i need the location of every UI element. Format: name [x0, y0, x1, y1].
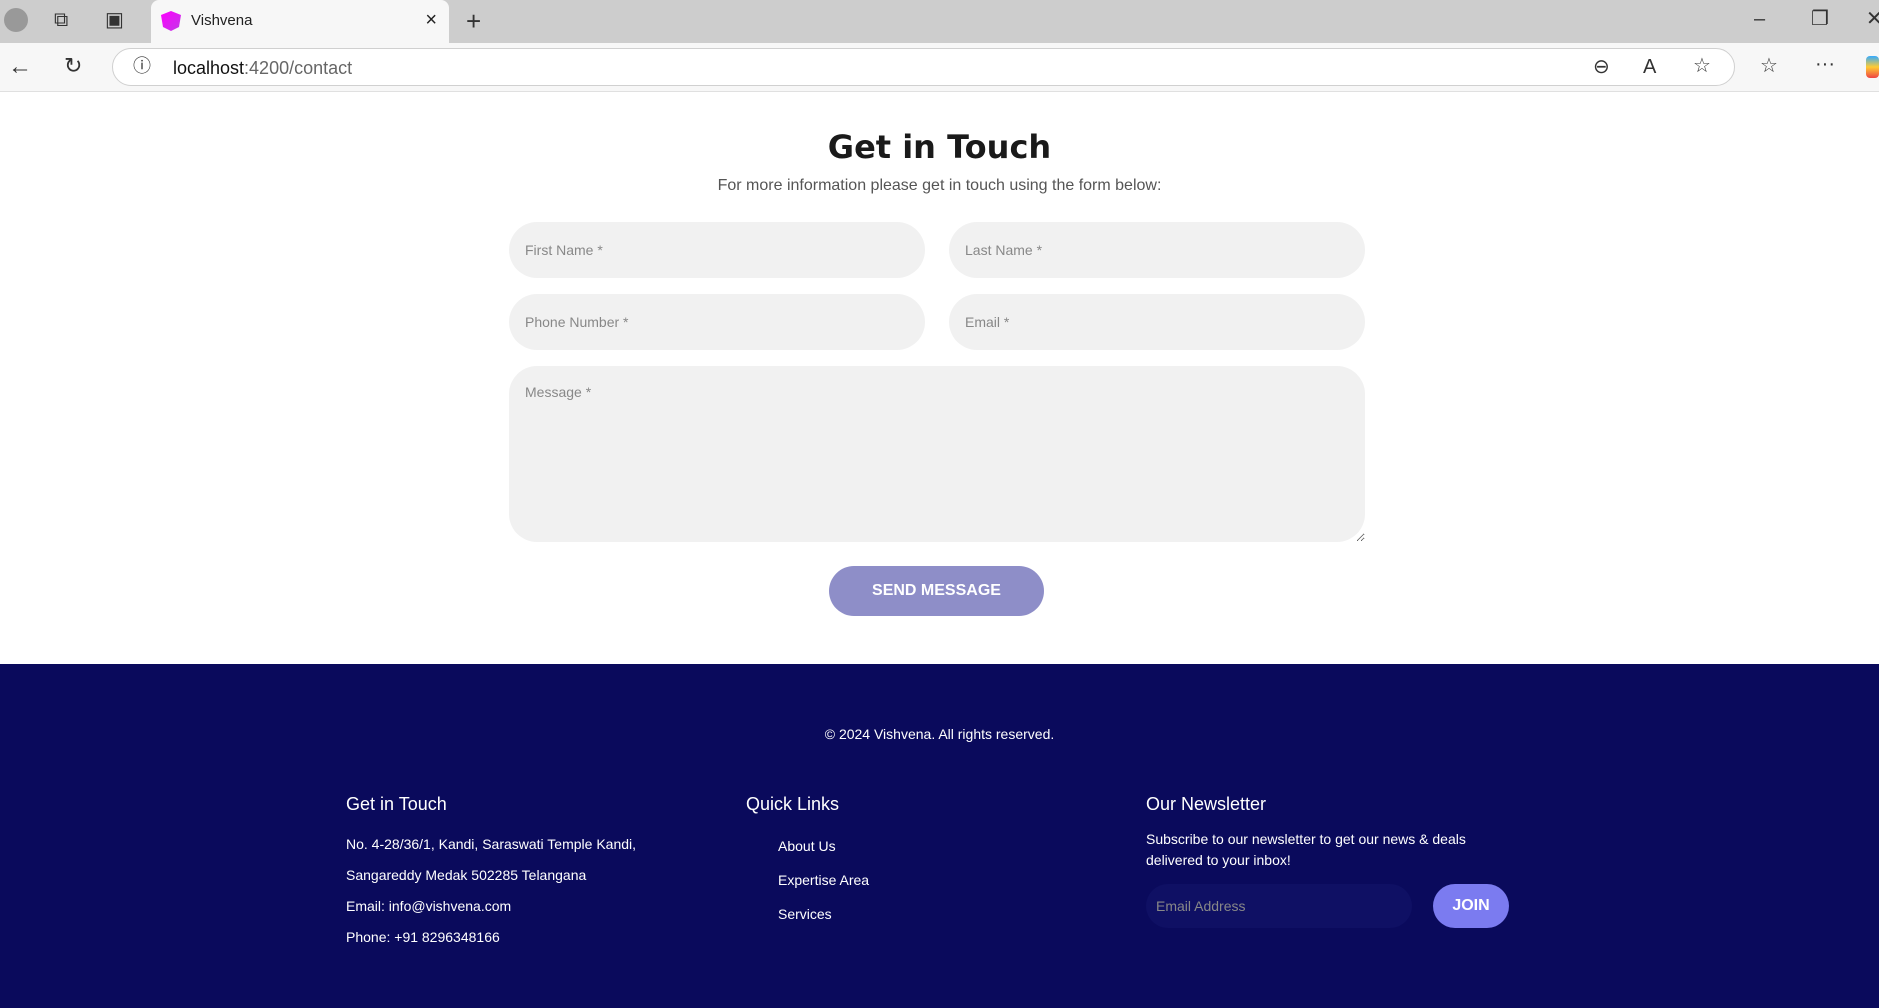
favorite-star-icon[interactable]: ☆ [1693, 56, 1711, 76]
page-subtitle: For more information please get in touch… [717, 177, 1162, 194]
newsletter-heading: Our Newsletter [1146, 794, 1267, 814]
restore-icon[interactable]: ❐ [1811, 9, 1829, 29]
url-path: :4200/contact [244, 58, 353, 78]
browser-tab[interactable]: Vishvena × [151, 0, 449, 43]
link-about-us[interactable]: About Us [778, 829, 869, 863]
info-icon[interactable]: ⓘ [133, 57, 151, 75]
link-expertise-area[interactable]: Expertise Area [778, 863, 869, 897]
last-name-input[interactable] [949, 222, 1365, 278]
url-input[interactable]: ⓘ localhost:4200/contact ⊖ A ☆ [112, 48, 1735, 86]
url-host: localhost [173, 58, 245, 78]
more-icon[interactable]: ··· [1815, 54, 1835, 74]
phone-input[interactable] [509, 294, 925, 350]
minimize-icon[interactable]: – [1754, 9, 1765, 29]
collections-icon[interactable]: ⧉ [54, 10, 68, 30]
newsletter-text: Subscribe to our newsletter to get our n… [1146, 831, 1466, 868]
newsletter-email-input[interactable] [1146, 884, 1412, 928]
new-tab-icon[interactable]: + [466, 8, 481, 34]
tab-title: Vishvena [191, 12, 253, 29]
address-bar-row: ← ↻ ⓘ localhost:4200/contact ⊖ A ☆ ☆ ··· [0, 43, 1879, 92]
join-button[interactable]: JOIN [1433, 884, 1509, 928]
zoom-out-icon[interactable]: ⊖ [1593, 57, 1610, 77]
first-name-input[interactable] [509, 222, 925, 278]
tab-bar: ⧉ ▣ Vishvena × + – ❐ ✕ [0, 0, 1879, 43]
read-aloud-icon[interactable]: A [1643, 57, 1656, 77]
footer-contact-heading: Get in Touch [346, 794, 447, 814]
quick-links-heading: Quick Links [746, 794, 840, 814]
footer-phone: Phone: +91 8296348166 [346, 929, 500, 945]
email-input[interactable] [949, 294, 1365, 350]
footer-email: Email: info@vishvena.com [346, 898, 512, 914]
back-icon[interactable]: ← [8, 55, 32, 79]
page-title: Get in Touch [827, 128, 1052, 166]
copyright: © 2024 Vishvena. All rights reserved. [824, 726, 1055, 742]
angular-icon [161, 11, 181, 31]
close-window-icon[interactable]: ✕ [1866, 9, 1879, 29]
profile-icon[interactable] [4, 8, 28, 32]
tab-actions-icon[interactable]: ▣ [105, 10, 124, 30]
link-services[interactable]: Services [778, 897, 869, 931]
message-textarea[interactable] [509, 366, 1365, 542]
favorites-icon[interactable]: ☆ [1760, 56, 1778, 76]
close-tab-icon[interactable]: × [425, 9, 437, 32]
footer-newsletter: Our Newsletter Subscribe to our newslett… [1146, 794, 1546, 994]
footer-quick-links: Quick Links About Us Expertise Area Serv… [746, 794, 869, 931]
footer: © 2024 Vishvena. All rights reserved. Ge… [0, 664, 1879, 1008]
address-line-2: Sangareddy Medak 502285 Telangana [346, 867, 587, 883]
copilot-icon[interactable] [1866, 56, 1879, 78]
address-line-1: No. 4-28/36/1, Kandi, Saraswati Temple K… [346, 836, 637, 852]
footer-contact: Get in Touch No. 4-28/36/1, Kandi, Saras… [346, 794, 636, 953]
send-message-button[interactable]: SEND MESSAGE [829, 566, 1044, 616]
refresh-icon[interactable]: ↻ [64, 55, 82, 77]
